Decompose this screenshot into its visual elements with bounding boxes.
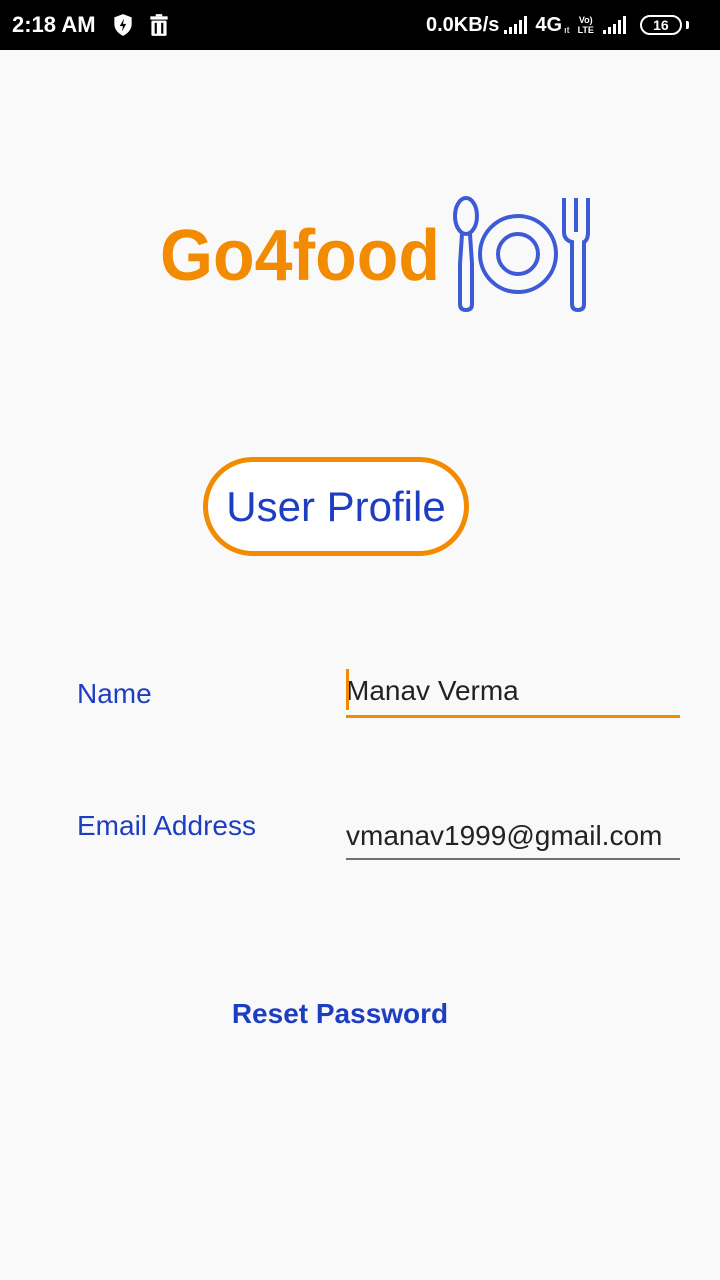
go4food-logo: Go4food: [160, 196, 590, 313]
shield-bolt-icon: [114, 14, 132, 36]
network-type: 4G: [535, 14, 563, 36]
user-profile-title: User Profile: [203, 457, 469, 556]
email-label: Email Address: [77, 810, 256, 841]
volte-bottom: LTE: [577, 25, 594, 35]
network-speed: 0.0KB/s: [426, 14, 500, 36]
battery-icon: 16: [639, 15, 682, 35]
trash-icon: [150, 14, 168, 36]
logo-text: Go4food: [160, 216, 440, 296]
volte-top: Vo): [578, 15, 593, 25]
battery-tip: [685, 21, 689, 29]
status-right: 0.0KB/s 4G ıt Vo) LTE 16: [426, 12, 689, 38]
volte-badge: Vo) LTE: [578, 15, 594, 35]
name-label: Name: [77, 678, 152, 709]
status-time: 2:18 AM: [12, 12, 96, 37]
name-field[interactable]: Manav Verma: [346, 668, 680, 718]
signal-icon: [504, 16, 528, 34]
reset-password-button[interactable]: Reset Password: [190, 994, 490, 1034]
status-bar: 2:18 AM 0.0KB/s 4G ıt Vo) LTE 16: [0, 0, 720, 50]
network-sub: ıt: [564, 25, 570, 35]
spoon-plate-fork-icon: [453, 196, 590, 313]
battery-level: 16: [653, 17, 669, 33]
email-field[interactable]: vmanav1999@gmail.com: [346, 810, 680, 860]
signal-icon: [602, 16, 626, 34]
text-cursor: [346, 669, 349, 710]
